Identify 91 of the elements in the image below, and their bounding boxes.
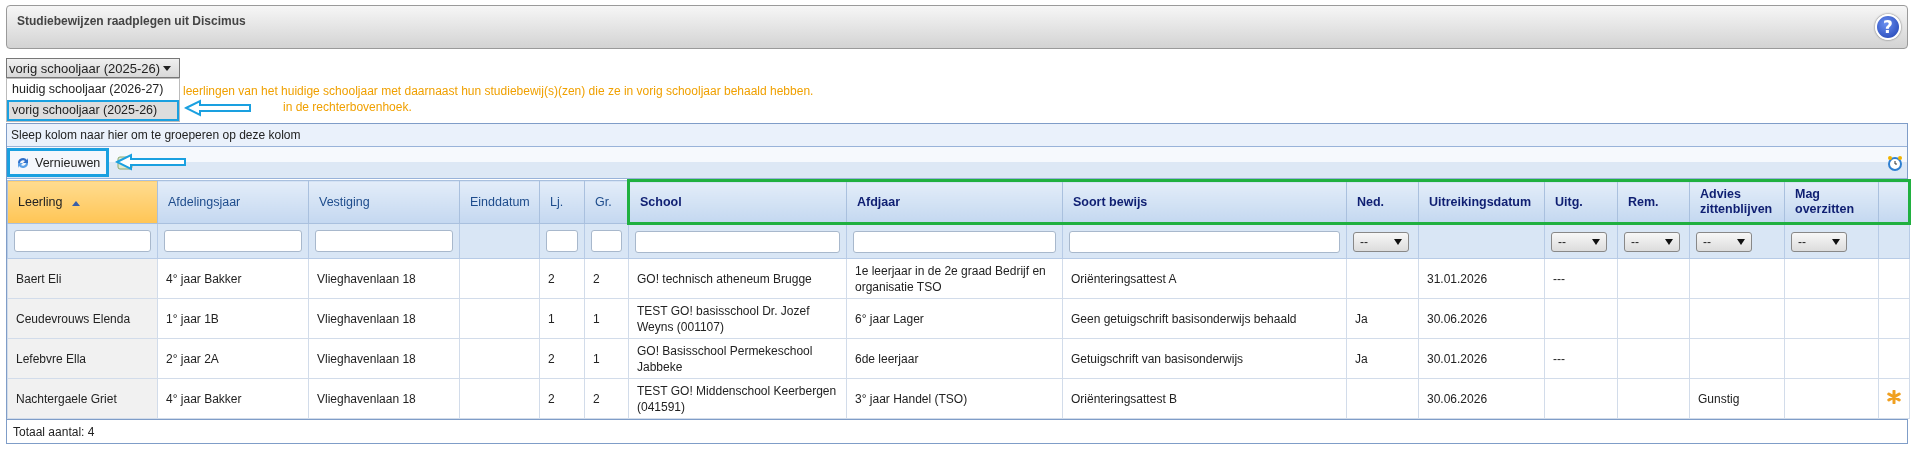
caret-icon xyxy=(1665,238,1673,245)
arrow-icon xyxy=(115,153,187,171)
column-header[interactable]: Rem. xyxy=(1617,180,1690,224)
table-cell: GO! Basisschool Permekeschool Jabbeke xyxy=(637,343,813,374)
table-cell: Vlieghavenlaan 18 xyxy=(317,391,416,406)
table-cell: TEST GO! basisschool Dr. Jozef Weyns (001107) xyxy=(637,303,810,334)
table-cell: 4° jaar Bakker xyxy=(166,391,242,406)
window-title: Studiebewijzen raadplegen uit Discimus xyxy=(17,14,246,28)
info-text: leerlingen van het huidige schooljaar met daarnaast hun studiebewij(s)(zen) die ze in vorig schooljaar behaald hebben. xyxy=(183,83,814,99)
refresh-icon xyxy=(16,155,30,170)
table-cell: Getuigschrift van basisonderwijs xyxy=(1071,351,1244,366)
table-cell: Vlieghavenlaan 18 xyxy=(317,271,416,286)
arrow-icon xyxy=(184,99,252,117)
caret-icon xyxy=(1832,238,1840,245)
help-button[interactable]: ? xyxy=(1875,14,1901,40)
column-header[interactable]: Afdjaar xyxy=(846,180,1063,224)
filter-field[interactable] xyxy=(315,230,453,252)
column-header[interactable]: Advies zittenblijven xyxy=(1689,180,1785,224)
table-cell: 2 xyxy=(593,271,600,286)
table-cell: Ja xyxy=(1355,311,1368,326)
filter-field[interactable] xyxy=(546,230,578,252)
column-header[interactable]: Lj. xyxy=(539,180,585,224)
table-cell: 1 xyxy=(548,311,555,326)
caret-icon xyxy=(163,65,171,71)
alarm-clock-icon[interactable] xyxy=(1887,154,1903,171)
table-cell: GO! technisch atheneum Brugge xyxy=(637,271,812,286)
filter-field[interactable] xyxy=(853,230,1056,253)
table-cell: 2 xyxy=(548,351,555,366)
column-header[interactable]: Vestiging xyxy=(308,180,460,224)
column-header[interactable]: School xyxy=(628,180,847,224)
table-cell: Nachtergaele Griet xyxy=(16,391,117,406)
table-cell: 6de leerjaar xyxy=(855,351,919,366)
year-dropdown[interactable]: vorig schooljaar (2025-26) xyxy=(6,58,180,78)
table-cell: Oriënteringsattest B xyxy=(1071,391,1178,406)
filter-field[interactable] xyxy=(14,230,151,252)
filter-field[interactable] xyxy=(591,230,622,252)
column-header[interactable]: Afdelingsjaar xyxy=(157,180,309,224)
filter-field[interactable] xyxy=(635,230,840,253)
caret-icon xyxy=(1592,238,1600,245)
filter-dropdown[interactable]: -- xyxy=(1696,231,1752,252)
table-cell: 2° jaar 2A xyxy=(166,351,219,366)
caret-icon xyxy=(1394,238,1402,245)
column-header[interactable]: Einddatum xyxy=(459,180,540,224)
table-cell: Vlieghavenlaan 18 xyxy=(317,311,416,326)
table-cell: Ceudevrouws Elenda xyxy=(16,311,131,326)
table-cell: Vlieghavenlaan 18 xyxy=(317,351,416,366)
table-cell: --- xyxy=(1553,351,1565,366)
column-header[interactable]: Leerling xyxy=(7,180,158,224)
table-cell: TEST GO! Middenschool Keerbergen (041591) xyxy=(637,383,837,414)
table-cell: Gunstig xyxy=(1698,391,1740,406)
table-cell: 1 xyxy=(593,311,600,326)
table-cell: 3° jaar Handel (TSO) xyxy=(855,391,968,406)
table-cell: --- xyxy=(1553,271,1565,286)
table-cell: 2 xyxy=(593,391,600,406)
column-header[interactable]: Soort bewijs xyxy=(1062,180,1347,224)
table-cell: Oriënteringsattest A xyxy=(1071,271,1177,286)
table-cell: Geen getuigschrift basisonderwijs behaald xyxy=(1071,311,1297,326)
caret-icon xyxy=(1737,238,1745,245)
table-cell: 30.06.2026 xyxy=(1427,311,1488,326)
group-hint: Sleep kolom naar hier om te groeperen op deze kolom xyxy=(11,128,301,142)
table-cell: Lefebvre Ella xyxy=(16,351,87,366)
filter-field[interactable] xyxy=(164,230,302,252)
table-cell: 4° jaar Bakker xyxy=(166,271,242,286)
table-cell: 1 xyxy=(593,351,600,366)
total-count: Totaal aantal: 4 xyxy=(13,424,95,439)
dropdown-option[interactable]: vorig schooljaar (2025-26) xyxy=(7,100,179,121)
filter-field[interactable] xyxy=(1069,230,1340,253)
column-header[interactable] xyxy=(1878,180,1910,224)
filter-dropdown[interactable]: -- xyxy=(1353,231,1409,252)
filter-dropdown[interactable]: -- xyxy=(1624,231,1680,252)
table-cell: 31.01.2026 xyxy=(1427,271,1488,286)
filter-dropdown[interactable]: -- xyxy=(1551,231,1607,252)
column-header[interactable]: Gr. xyxy=(584,180,629,224)
column-header[interactable]: Ned. xyxy=(1346,180,1419,224)
dropdown-option[interactable]: huidig schooljaar (2026-27) xyxy=(7,79,179,100)
table-cell: 2 xyxy=(548,271,555,286)
table-cell: Baert Eli xyxy=(16,271,62,286)
table-cell: 30.01.2026 xyxy=(1427,351,1488,366)
table-cell: 1° jaar 1B xyxy=(166,311,219,326)
table-cell: 6° jaar Lager xyxy=(855,311,924,326)
sort-ascending-icon xyxy=(71,200,80,206)
refresh-button[interactable]: Vernieuwen xyxy=(7,148,110,177)
column-header[interactable]: Mag overzitten xyxy=(1784,180,1879,224)
column-header[interactable]: Uitg. xyxy=(1544,180,1618,224)
table-cell: 2 xyxy=(548,391,555,406)
table-cell: 30.06.2026 xyxy=(1427,391,1488,406)
table-cell: 1e leerjaar in de 2e graad Bedrijf en organisatie TSO xyxy=(855,263,1046,294)
filter-dropdown[interactable]: -- xyxy=(1791,231,1847,252)
table-cell: Ja xyxy=(1355,351,1368,366)
column-header[interactable]: Uitreikingsdatum xyxy=(1418,180,1545,224)
info-text: in de rechterbovenhoek. xyxy=(283,99,412,115)
